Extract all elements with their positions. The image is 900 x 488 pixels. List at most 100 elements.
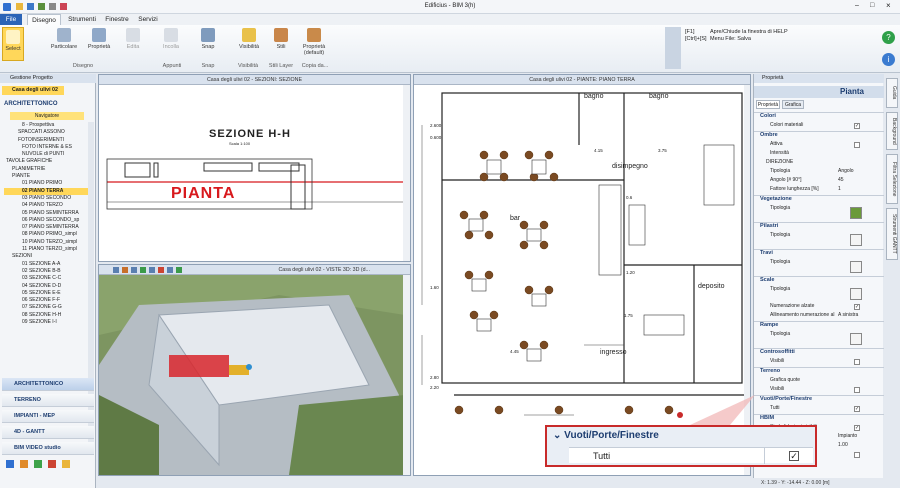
tree-item[interactable]: 06 SEZIONE F-F [4,297,88,304]
3d-model-view[interactable] [99,275,405,475]
tree-item[interactable]: 01 PIANO PRIMO [4,180,88,187]
property-row[interactable]: Tipologia [754,286,884,302]
tree-item[interactable]: 08 SEZIONE H-H [4,312,88,319]
property-row[interactable]: DIREZIONE [754,159,884,167]
tree-item[interactable]: FOTOINSERIMENTI [4,137,88,144]
tree-item[interactable]: 03 PIANO SECONDO [4,195,88,202]
tree-item[interactable]: FOTO INTERNE & ES [4,144,88,151]
tree-item[interactable]: SPACCATI ASSONO [4,129,88,136]
tree-item[interactable]: PLANIMETRIE [4,166,88,173]
tree-item[interactable]: SEZIONI [4,253,88,260]
property-category[interactable]: Vuoti/Porte/Finestre [754,395,884,404]
project-selector[interactable]: Casa degli ulivi 02 [2,86,64,95]
tree-item[interactable]: 02 SEZIONE B-B [4,268,88,275]
hatch-icon[interactable] [850,234,862,246]
tree-item[interactable]: 04 SEZIONE D-D [4,283,88,290]
tab-strumenti[interactable]: Strumenti [64,14,100,25]
incolla-button[interactable]: Incolla [158,28,184,50]
property-checkbox[interactable]: ✓ [854,304,860,310]
property-row[interactable]: Intensità [754,150,884,158]
snap-button[interactable]: Snap [197,28,219,50]
property-row[interactable]: Visibili [754,358,884,366]
property-row[interactable]: Visibili [754,386,884,394]
close-button[interactable]: × [886,1,891,10]
property-category[interactable]: Controsoffitti [754,348,884,357]
bottom-icons[interactable] [6,460,90,470]
property-checkbox[interactable]: ✓ [854,123,860,129]
property-row[interactable]: Attiva [754,141,884,149]
ramp-icon[interactable] [850,333,862,345]
edita-button[interactable]: Edita [120,28,146,50]
tree-item[interactable]: 04 PIANO TERZO [4,202,88,209]
tree-item[interactable]: 10 PIANO TERZO_simpl [4,239,88,246]
view3d-window[interactable]: Casa degli ulivi 02 - VISTE 3D: 3D (d... [98,264,411,476]
view3d-toolbar[interactable] [113,267,258,274]
hatch-icon[interactable] [850,261,862,273]
help-toggle-icon[interactable] [665,27,681,69]
tab-servizi[interactable]: Servizi [134,14,162,25]
property-category[interactable]: Travi [754,249,884,258]
tree-item[interactable]: TAVOLE GRAFICHE [4,158,88,165]
tab-grafica[interactable]: Grafica [782,100,804,109]
stair-icon[interactable] [850,288,862,300]
tab-background[interactable]: Background [886,112,898,150]
terreno-button[interactable]: TERRENO [2,394,94,407]
tree-item[interactable]: 08 PIANO PRIMO_simpl [4,231,88,238]
property-category[interactable]: Vegetazione [754,195,884,204]
tab-filtra-selezione[interactable]: Filtra Selezione [886,154,898,204]
property-category[interactable]: HBIM [754,414,884,423]
property-checkbox[interactable]: ✓ [854,406,860,412]
property-value[interactable]: Impianto [838,433,857,439]
property-row[interactable]: Tipologia [754,331,884,347]
minimize-button[interactable]: – [855,2,859,9]
tree-item[interactable]: 06 PIANO SECONDO_sp [4,217,88,224]
particolare-button[interactable]: Particolare [48,28,80,50]
section-window[interactable]: Casa degli ulivi 02 - SEZIONI: SEZIONE S… [98,74,411,262]
tree-item[interactable]: 05 PIANO SEMINTERRA [4,210,88,217]
tree-item[interactable]: 03 SEZIONE C-C [4,275,88,282]
property-row[interactable]: Tipologia [754,259,884,275]
property-row[interactable]: Tutti ✓ [754,405,884,413]
property-category[interactable]: Colori [754,112,884,121]
tree-icon[interactable] [850,207,862,219]
property-category[interactable]: Pilastri [754,222,884,231]
proprieta-default-button[interactable]: Proprietà (default) [297,28,331,56]
property-value[interactable]: Angolo [838,168,854,174]
property-checkbox[interactable] [854,452,860,458]
bim-video-button[interactable]: BIM VIDEO studio [2,442,94,455]
tree-item[interactable]: 02 PIANO TERRA [4,187,88,195]
tree-item[interactable]: NUVOLE di PUNTI [4,151,88,158]
select-button[interactable]: Select [2,27,24,61]
gantt-button[interactable]: 4D - GANTT [2,426,94,439]
property-row[interactable]: Colori materiali ✓ [754,122,884,130]
property-checkbox[interactable]: ✓ [854,425,860,431]
architettonico-button[interactable]: ARCHITETTONICO [2,378,94,391]
property-row[interactable]: Angolo [# 90°] 45 [754,177,884,185]
quick-access-toolbar[interactable] [16,3,96,11]
maximize-button[interactable]: □ [870,2,874,9]
property-row[interactable]: Fattore lunghezza [%] 1 [754,186,884,194]
tab-strumenti-gantt[interactable]: Strumenti GANTT [886,208,898,260]
proprieta-button[interactable]: Proprietà [84,28,114,50]
property-category[interactable]: Rampe [754,321,884,330]
visibilita-button[interactable]: Visibilità [235,28,263,50]
tree-item[interactable]: PIANTE [4,173,88,180]
property-value[interactable]: A sinistra [838,312,858,318]
section-scrollbar[interactable] [403,85,410,261]
property-category[interactable]: Scale [754,276,884,285]
property-checkbox[interactable] [854,359,860,365]
tab-guida[interactable]: Guida [886,78,898,108]
info-icon[interactable]: i [882,53,895,66]
property-value[interactable]: 1 [838,186,841,192]
tab-disegno[interactable]: Disegno [27,14,61,25]
property-category[interactable]: Ombre [754,131,884,140]
tab-finestre[interactable]: Finestre [102,14,132,25]
property-row[interactable]: Numerazione alzate ✓ [754,303,884,311]
property-checkbox[interactable] [854,387,860,393]
impianti-mep-button[interactable]: IMPIANTI - MEP [2,410,94,423]
property-row[interactable]: Tipologia [754,232,884,248]
property-category[interactable]: Terreno [754,367,884,376]
view3d-scrollbar[interactable] [403,275,410,475]
tab-file[interactable]: File [0,14,22,25]
help-icon[interactable]: ? [882,31,895,44]
